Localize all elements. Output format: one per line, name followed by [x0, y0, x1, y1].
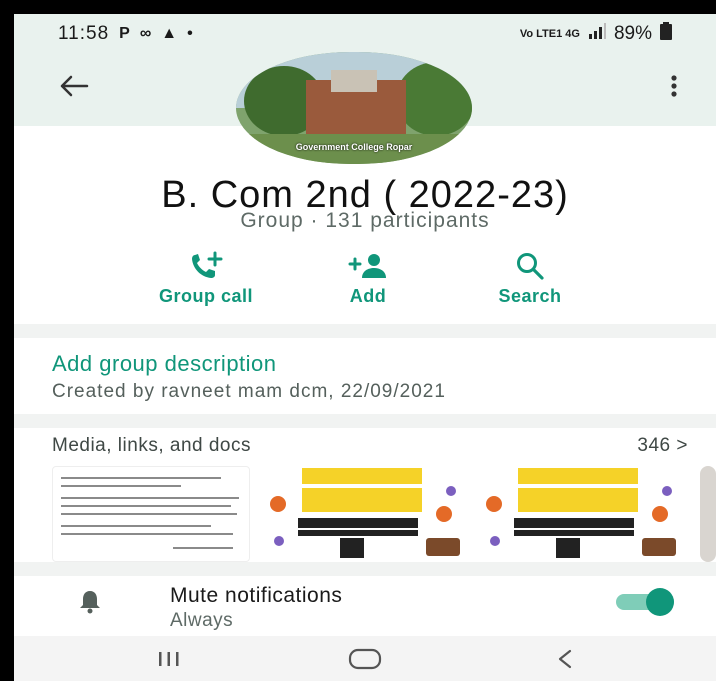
mute-toggle[interactable] [616, 588, 682, 616]
status-icon-dot: • [187, 25, 193, 42]
battery-percent: 89% [613, 23, 652, 44]
avatar-caption: Government College Ropar [295, 142, 413, 152]
doc-line [61, 533, 233, 535]
doc-line [61, 525, 211, 527]
poster-qr [340, 538, 364, 558]
poster-band [302, 488, 422, 512]
status-icon-p: P [119, 25, 130, 42]
add-description-link[interactable]: Add group description [52, 351, 277, 377]
group-call-button[interactable]: Group call [126, 248, 286, 318]
status-icon-voicemail: ∞ [139, 25, 152, 42]
add-participant-button[interactable]: Add [288, 248, 448, 318]
poster-band [518, 468, 638, 484]
poster-band [298, 530, 418, 536]
doc-line [61, 505, 231, 507]
status-time: 11:58 [58, 23, 110, 44]
add-call-icon [126, 248, 286, 284]
doc-line [61, 513, 237, 515]
doc-signature [173, 547, 233, 549]
media-header[interactable]: Media, links, and docs [52, 435, 251, 457]
action-row: Group call Add Search [14, 248, 716, 318]
poster-ornament [274, 536, 284, 546]
media-count[interactable]: 346 > [637, 435, 688, 457]
battery-icon [660, 22, 672, 46]
poster-ornament [490, 536, 500, 546]
search-label: Search [498, 286, 562, 306]
avatar-building-top [331, 70, 377, 92]
add-label: Add [349, 286, 387, 306]
poster-ornament [446, 486, 456, 496]
screen: 11:58 P ∞ ▲ • Vo LTE1 4G 89% Government … [14, 14, 716, 681]
doc-line [61, 497, 239, 499]
media-thumb-document[interactable] [52, 466, 250, 562]
poster-band [514, 530, 634, 536]
poster-ornament [436, 506, 452, 522]
home-icon [348, 648, 382, 670]
poster-band [514, 518, 634, 528]
poster-tag [642, 538, 676, 556]
poster-qr [556, 538, 580, 558]
network-indicator: Vo LTE1 4G [519, 28, 580, 40]
section-divider [14, 414, 716, 428]
group-call-label: Group call [158, 286, 253, 306]
media-thumb-poster[interactable] [268, 466, 466, 562]
signal-icon [588, 23, 606, 45]
more-vert-icon [671, 75, 677, 97]
section-divider [14, 324, 716, 338]
status-icon-alert: ▲ [161, 25, 178, 42]
arrow-left-icon [60, 75, 89, 97]
group-avatar[interactable]: Government College Ropar [236, 52, 472, 164]
search-icon [450, 248, 610, 284]
media-thumbnails [52, 466, 716, 562]
status-left: 11:58 P ∞ ▲ • [58, 23, 193, 45]
poster-band [302, 468, 422, 484]
poster-band [298, 518, 418, 528]
media-thumb-partial[interactable] [700, 466, 716, 562]
poster-tag [426, 538, 460, 556]
media-thumb-poster[interactable] [484, 466, 682, 562]
recent-apps-icon [159, 652, 179, 666]
search-button[interactable]: Search [450, 248, 610, 318]
doc-line [61, 477, 221, 479]
back-button[interactable] [50, 66, 98, 106]
mute-title: Mute notifications [170, 584, 343, 607]
bell-icon [78, 588, 102, 619]
poster-band [518, 488, 638, 512]
recent-apps-button[interactable] [144, 642, 194, 676]
avatar-tree-right [396, 62, 472, 136]
group-subtitle: Group · 131 participants [240, 209, 490, 232]
add-person-icon [288, 248, 448, 284]
poster-ornament [270, 496, 286, 512]
system-nav-bar [14, 636, 716, 681]
doc-line [61, 485, 181, 487]
status-right: Vo LTE1 4G 89% [520, 22, 672, 46]
back-nav-button[interactable] [540, 642, 590, 676]
toggle-knob [646, 588, 674, 616]
poster-ornament [662, 486, 672, 496]
chevron-left-icon [558, 649, 572, 669]
more-options-button[interactable] [656, 66, 692, 106]
created-by-text: Created by ravneet mam dcm, 22/09/2021 [52, 381, 446, 402]
poster-ornament [652, 506, 668, 522]
section-divider [14, 562, 716, 576]
mute-subtitle: Always [170, 610, 234, 631]
home-button[interactable] [340, 642, 390, 676]
mute-notifications-row[interactable]: Mute notifications Always [14, 576, 716, 636]
status-bar: 11:58 P ∞ ▲ • Vo LTE1 4G 89% [14, 14, 716, 54]
poster-ornament [486, 496, 502, 512]
